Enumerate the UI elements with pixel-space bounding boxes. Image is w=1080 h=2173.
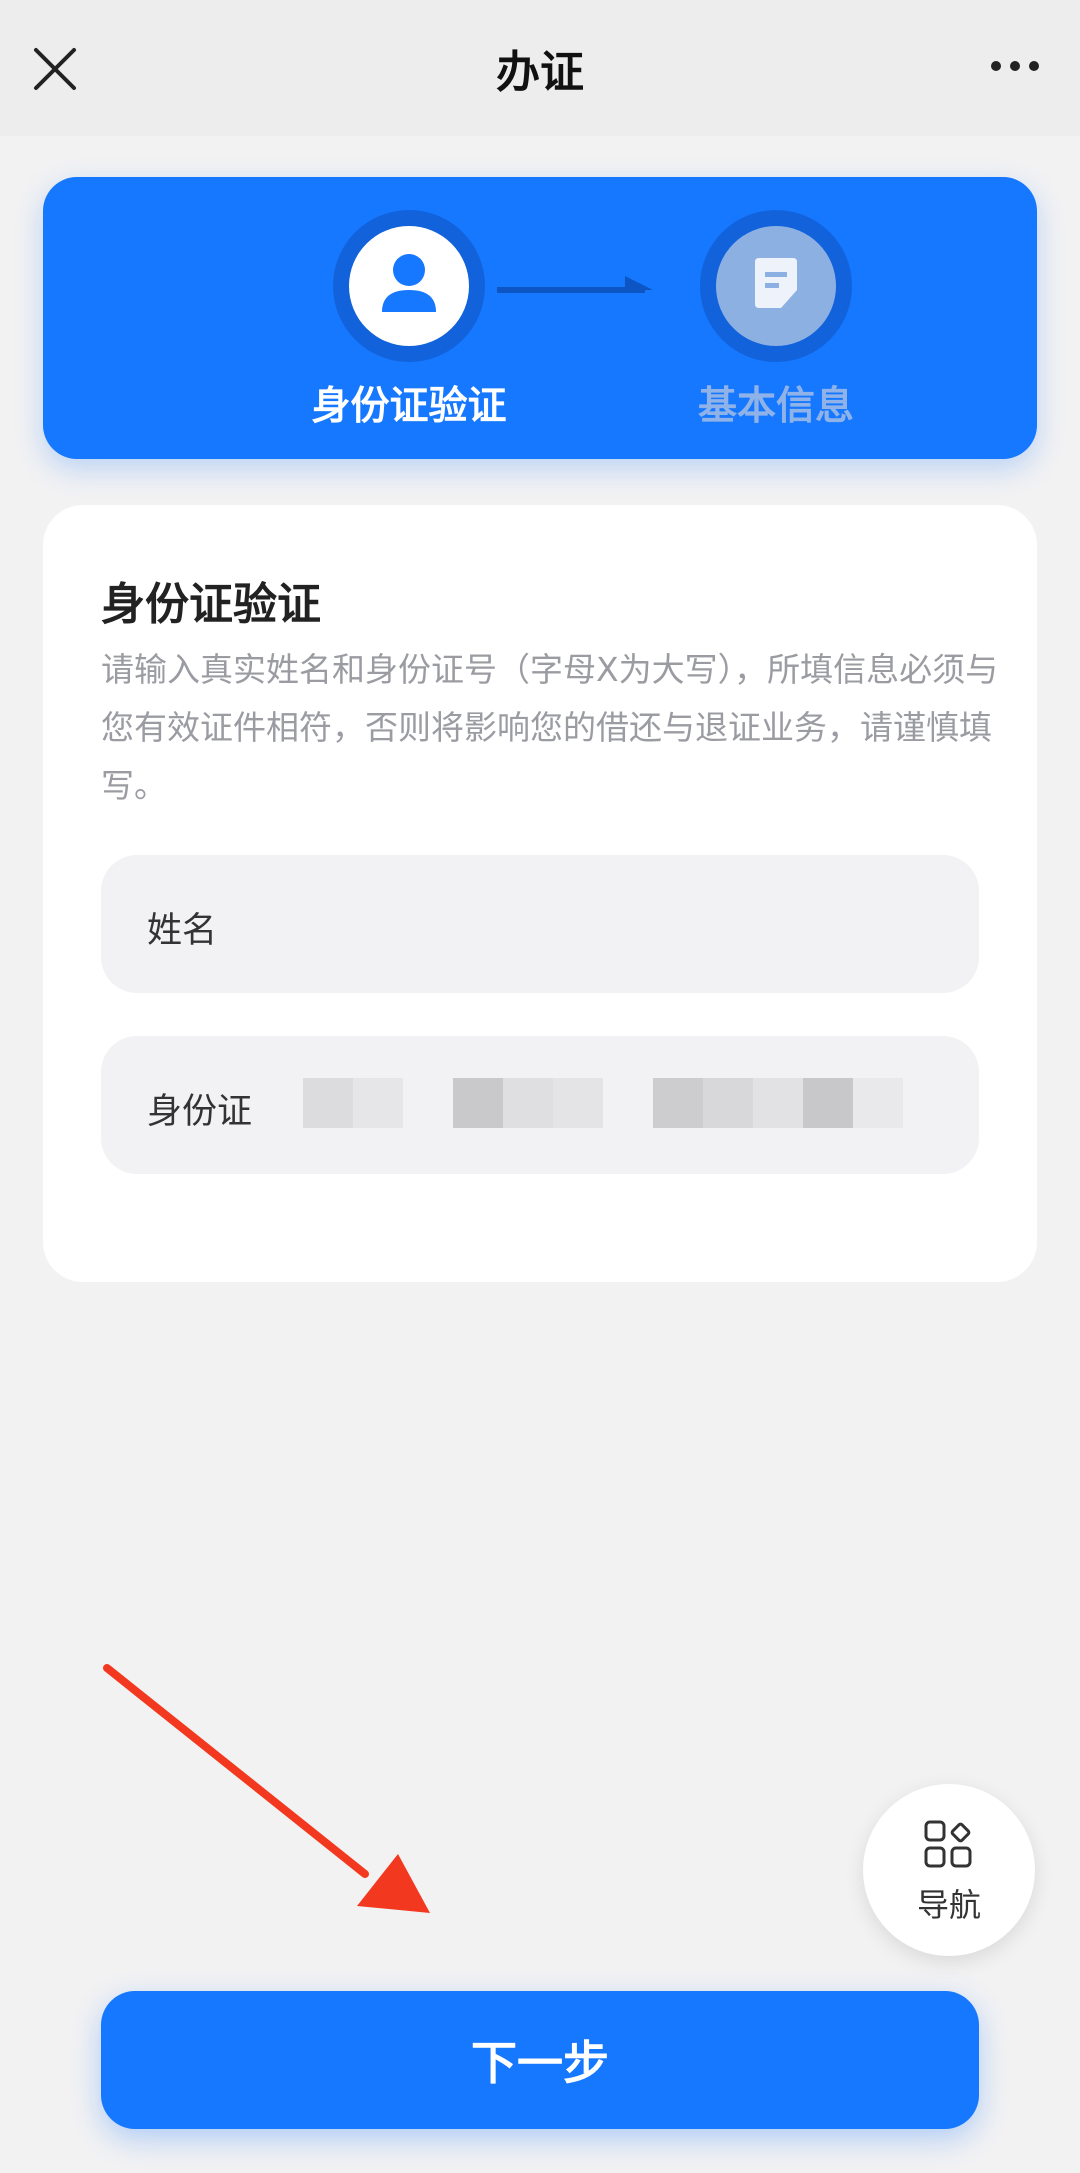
id-number-field-label: 身份证 (147, 1092, 253, 1132)
user-icon (382, 254, 436, 312)
id-number-field[interactable]: 身份证 (101, 1036, 979, 1174)
next-step-button-label: 下一步 (471, 2036, 609, 2090)
redacted-id-block (503, 1078, 553, 1128)
document-icon (755, 258, 797, 308)
redacted-id-block (353, 1078, 403, 1128)
next-step-button[interactable]: 下一步 (101, 1991, 979, 2129)
step-arrow-icon (497, 276, 653, 293)
redacted-id-block (803, 1078, 853, 1128)
name-field-label: 姓名 (147, 911, 218, 951)
step-2-indicator (700, 210, 852, 362)
redacted-id-block (853, 1078, 903, 1128)
form-description: 请输入真实姓名和身份证号（字母X为大写），所填信息必须与您有效证件相符，否则将影… (101, 650, 999, 805)
step-1-label: 身份证验证 (311, 384, 507, 429)
page-title: 办证 (496, 47, 584, 98)
top-bar: 办证 (0, 0, 1080, 136)
redacted-id-block (453, 1078, 503, 1128)
floating-nav-button[interactable]: 导航 (863, 1784, 1035, 1956)
redacted-id-block (553, 1078, 603, 1128)
grid-icon (924, 1820, 972, 1868)
redacted-id-block (653, 1078, 703, 1128)
redacted-id-block (303, 1078, 353, 1128)
form-title: 身份证验证 (101, 579, 321, 630)
id-verification-form: 身份证验证 请输入真实姓名和身份证号（字母X为大写），所填信息必须与您有效证件相… (43, 505, 1037, 1282)
floating-nav-label: 导航 (916, 1886, 981, 1924)
step-1-indicator (333, 210, 485, 362)
name-field[interactable]: 姓名 (101, 855, 979, 993)
more-icon[interactable] (990, 58, 1040, 74)
step-progress-card: 身份证验证 基本信息 (43, 177, 1037, 459)
annotation-arrow-icon (103, 1664, 430, 1913)
redacted-id-block (703, 1078, 753, 1128)
redacted-id-block (753, 1078, 803, 1128)
step-2-label: 基本信息 (697, 384, 854, 429)
